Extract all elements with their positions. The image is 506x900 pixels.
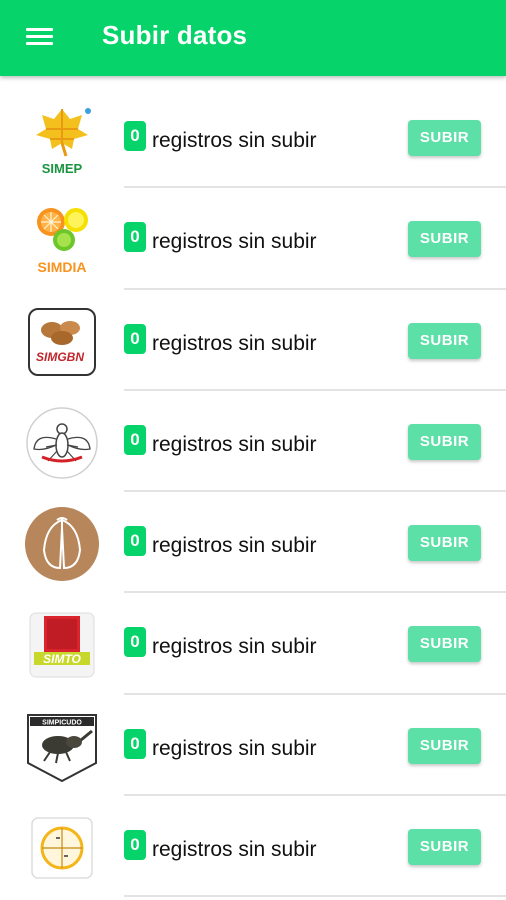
app-bar: Subir datos: [0, 0, 506, 76]
divider: [124, 895, 506, 898]
row-label: registros sin subir: [152, 331, 317, 355]
citrus-chart-logo: [24, 810, 100, 886]
subir-button[interactable]: SUBIR: [408, 423, 481, 460]
count-badge: 0: [124, 830, 146, 861]
subir-button[interactable]: SUBIR: [408, 322, 481, 359]
simdia-logo-text: SIMDIA: [38, 259, 87, 275]
subir-button[interactable]: SUBIR: [408, 525, 481, 562]
row-label: registros sin subir: [152, 432, 317, 456]
page-title: Subir datos: [102, 20, 248, 50]
list-item: SIMPICUDO 0 registros sin subir SUBIR: [0, 695, 506, 797]
list-item: SIMEP 0 registros sin subir SUBIR: [0, 87, 506, 189]
subir-button[interactable]: SUBIR: [408, 626, 481, 663]
count-badge: 0: [124, 424, 146, 455]
count-badge: 0: [124, 526, 146, 557]
list-item: 0 registros sin subir SUBIR: [0, 796, 506, 898]
simgbn-logo-text: SIMGBN: [36, 350, 84, 364]
row-label: registros sin subir: [152, 534, 317, 558]
simpicudo-logo-text: SIMPICUDO: [42, 719, 82, 726]
simep-logo-text: SIMEP: [42, 161, 83, 176]
simdia-logo: SIMDIA: [24, 202, 100, 278]
fly-logo: [24, 405, 100, 481]
count-badge: 0: [124, 627, 146, 658]
count-badge: 0: [124, 323, 146, 354]
simto-logo: SIMTO: [24, 607, 100, 683]
simep-logo: SIMEP: [24, 101, 100, 177]
row-label: registros sin subir: [152, 736, 317, 760]
subir-button[interactable]: SUBIR: [408, 120, 481, 156]
count-badge: 0: [124, 222, 146, 253]
row-label: registros sin subir: [152, 129, 317, 152]
simgbn-logo: SIMGBN: [24, 304, 100, 380]
moth-wing-logo: [24, 506, 100, 582]
simpicudo-logo: SIMPICUDO: [24, 709, 100, 785]
list-item: SIMDIA 0 registros sin subir SUBIR: [0, 188, 506, 290]
list-item: 0 registros sin subir SUBIR: [0, 492, 506, 594]
list-item: 0 registros sin subir SUBIR: [0, 391, 506, 493]
simto-logo-text: SIMTO: [43, 652, 81, 666]
row-label: registros sin subir: [152, 838, 317, 862]
hamburger-menu-icon[interactable]: [21, 22, 59, 54]
list-item: SIMGBN 0 registros sin subir SUBIR: [0, 290, 506, 391]
count-badge: 0: [124, 728, 146, 759]
count-badge: 0: [124, 121, 146, 151]
subir-button[interactable]: SUBIR: [408, 221, 481, 258]
row-label: registros sin subir: [152, 230, 317, 254]
list-item: SIMTO 0 registros sin subir SUBIR: [0, 593, 506, 695]
subir-button[interactable]: SUBIR: [408, 727, 481, 764]
row-label: registros sin subir: [152, 635, 317, 659]
upload-list: SIMEP 0 registros sin subir SUBIR SIMDIA…: [0, 87, 506, 898]
subir-button[interactable]: SUBIR: [408, 829, 481, 866]
